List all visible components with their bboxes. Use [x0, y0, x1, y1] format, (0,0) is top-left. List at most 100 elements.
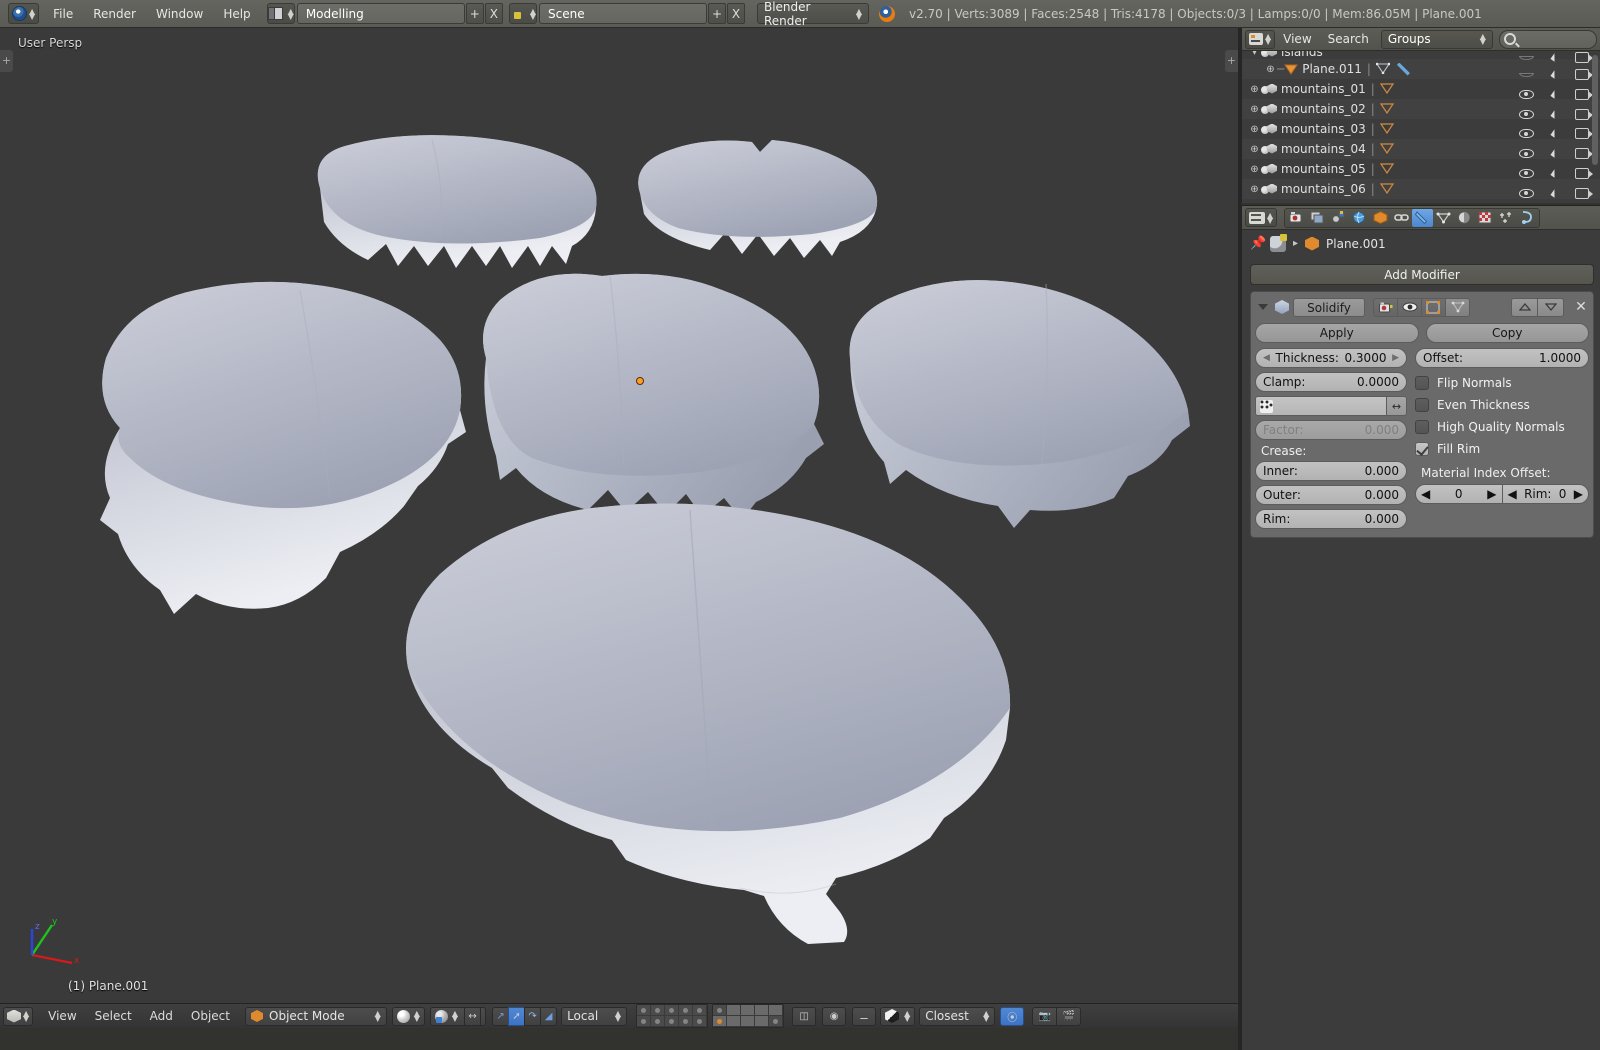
render-toggle-icon[interactable] — [1575, 168, 1589, 179]
outliner-search-field[interactable] — [1499, 30, 1597, 49]
clamp-field[interactable]: Clamp: 0.0000 — [1255, 372, 1407, 392]
add-menu[interactable]: Add — [141, 1007, 182, 1025]
high-quality-normals-checkbox[interactable] — [1415, 420, 1429, 434]
render-toggle-icon[interactable] — [1575, 188, 1589, 199]
snap-target-selector[interactable]: Closest ▲▼ — [919, 1007, 995, 1026]
layer-block-2[interactable] — [712, 1004, 784, 1028]
group-contents-icon[interactable] — [1380, 122, 1394, 137]
on-cage-visibility-icon[interactable] — [1445, 298, 1470, 317]
rotate-manipulator-icon[interactable]: ↷ — [524, 1007, 541, 1026]
material-index-offset-field[interactable]: ◀ 0 ▶ — [1415, 484, 1503, 504]
add-screen-layout-button[interactable]: + — [466, 3, 484, 24]
close-x-icon[interactable]: ✕ — [1573, 299, 1589, 315]
crease-outer-field[interactable]: Outer: 0.000 — [1255, 485, 1407, 505]
expand-toggle-icon[interactable]: ⊕ — [1264, 64, 1277, 75]
offset-field[interactable]: Offset: 1.0000 — [1415, 348, 1589, 368]
layer-block-1[interactable] — [636, 1004, 708, 1028]
render-toggle-icon[interactable] — [1575, 89, 1589, 100]
move-up-icon[interactable] — [1511, 298, 1538, 317]
menu-render[interactable]: Render — [83, 4, 146, 24]
even-thickness-row[interactable]: Even Thickness — [1415, 394, 1589, 416]
expand-toggle-icon[interactable]: ▾ — [1248, 51, 1261, 58]
pin-icon[interactable]: 📌 — [1250, 237, 1263, 250]
interaction-mode-selector[interactable]: Object Mode ▲▼ — [245, 1007, 387, 1026]
group-contents-icon[interactable] — [1380, 182, 1394, 197]
tab-render-layers[interactable] — [1307, 209, 1328, 227]
render-animation-icon[interactable]: 🎬 — [1056, 1007, 1081, 1026]
increment-arrow-icon[interactable]: ▶ — [1392, 353, 1399, 363]
snap-element-selector[interactable]: ▲▼ — [880, 1007, 915, 1026]
selectable-toggle-icon[interactable] — [1550, 90, 1558, 99]
viewport-shading-selector[interactable]: ▲▼ — [392, 1007, 425, 1026]
selectable-toggle-icon[interactable] — [1550, 149, 1558, 158]
apply-button[interactable]: Apply — [1255, 323, 1419, 343]
move-down-icon[interactable] — [1537, 298, 1564, 317]
group-contents-icon[interactable] — [1380, 102, 1394, 117]
expand-toggle-icon[interactable]: ⊕ — [1248, 144, 1261, 155]
vertex-group-field[interactable] — [1255, 396, 1387, 416]
even-thickness-checkbox[interactable] — [1415, 398, 1429, 412]
menu-help[interactable]: Help — [213, 4, 260, 24]
viewport-visibility-icon[interactable] — [1397, 298, 1422, 317]
group-contents-icon[interactable] — [1380, 82, 1394, 97]
tab-data[interactable] — [1433, 209, 1454, 227]
hide-toggle-icon[interactable] — [1519, 110, 1534, 119]
editor-type-selector[interactable]: ▲▼ — [1245, 30, 1275, 49]
selectable-toggle-icon[interactable] — [1550, 189, 1558, 198]
editor-type-selector[interactable]: ▲▼ — [3, 1007, 33, 1026]
edit-mode-visibility-icon[interactable] — [1421, 298, 1446, 317]
render-toggle-icon[interactable] — [1575, 69, 1589, 80]
expand-toggle-icon[interactable]: ⊕ — [1248, 124, 1261, 135]
rim-material-offset-field[interactable]: ◀ Rim: 0 ▶ — [1503, 484, 1590, 504]
object-menu[interactable]: Object — [182, 1007, 239, 1025]
tab-object[interactable] — [1370, 209, 1391, 227]
tab-render[interactable] — [1286, 209, 1307, 227]
crease-rim-field[interactable]: Rim: 0.000 — [1255, 509, 1407, 529]
hide-toggle-icon[interactable] — [1519, 169, 1534, 178]
render-toggle-icon[interactable] — [1575, 128, 1589, 139]
selectable-toggle-icon[interactable] — [1550, 70, 1558, 79]
crease-inner-field[interactable]: Inner: 0.000 — [1255, 461, 1407, 481]
scene-layers[interactable] — [636, 1004, 784, 1028]
render-only-icon[interactable]: ◉ — [822, 1007, 846, 1026]
thickness-field[interactable]: ◀ Thickness: 0.3000 ▶ — [1255, 348, 1407, 368]
decrement-arrow-icon[interactable]: ◀ — [1263, 353, 1270, 363]
expand-toggle-icon[interactable]: ⊕ — [1248, 184, 1261, 195]
selectable-toggle-icon[interactable] — [1550, 54, 1558, 63]
increment-arrow-icon[interactable]: ▶ — [1487, 487, 1496, 501]
screen-layout-name[interactable]: Modelling — [297, 3, 465, 24]
add-modifier-button[interactable]: Add Modifier — [1250, 264, 1594, 285]
tab-material[interactable] — [1454, 209, 1475, 227]
tab-particles[interactable] — [1496, 209, 1517, 227]
copy-button[interactable]: Copy — [1426, 323, 1590, 343]
tab-texture[interactable] — [1475, 209, 1496, 227]
flip-normals-checkbox[interactable] — [1415, 376, 1429, 390]
selectable-toggle-icon[interactable] — [1550, 110, 1558, 119]
high-quality-normals-row[interactable]: High Quality Normals — [1415, 416, 1589, 438]
render-toggle-icon[interactable] — [1575, 109, 1589, 120]
tab-scene[interactable] — [1328, 209, 1349, 227]
pivot-point-selector[interactable]: ▲▼ ↔ — [430, 1007, 486, 1026]
scale-manipulator-icon[interactable]: ◢ — [540, 1007, 557, 1026]
outliner-search-menu[interactable]: Search — [1320, 30, 1377, 48]
expand-toggle-icon[interactable]: ⊕ — [1248, 164, 1261, 175]
render-toggle-icon[interactable] — [1575, 52, 1589, 63]
outliner-tree[interactable]: ▾ islands ⊕ ─ Plane.011 | — [1242, 51, 1600, 203]
hide-toggle-icon[interactable] — [1519, 56, 1534, 60]
lock-camera-icon[interactable]: ◫ — [792, 1007, 816, 1026]
selectable-toggle-icon[interactable] — [1550, 169, 1558, 178]
flip-normals-row[interactable]: Flip Normals — [1415, 372, 1589, 394]
add-scene-button[interactable]: + — [708, 3, 726, 24]
modifier-name-field[interactable]: Solidify — [1293, 298, 1365, 317]
screen-layout-selector[interactable]: ▲▼ — [267, 3, 295, 24]
render-image-icon[interactable]: 📷 — [1032, 1007, 1057, 1026]
delete-scene-button[interactable]: X — [727, 3, 745, 24]
decrement-arrow-icon[interactable]: ◀ — [1421, 487, 1430, 501]
tab-constraints[interactable] — [1391, 209, 1412, 227]
editor-type-selector[interactable]: ▲▼ — [1245, 208, 1277, 227]
delete-screen-layout-button[interactable]: X — [485, 3, 503, 24]
outliner-display-mode[interactable]: Groups ▲▼ — [1381, 30, 1493, 49]
hide-toggle-icon[interactable] — [1519, 189, 1534, 198]
decrement-arrow-icon[interactable]: ◀ — [1508, 487, 1517, 501]
select-menu[interactable]: Select — [86, 1007, 141, 1025]
